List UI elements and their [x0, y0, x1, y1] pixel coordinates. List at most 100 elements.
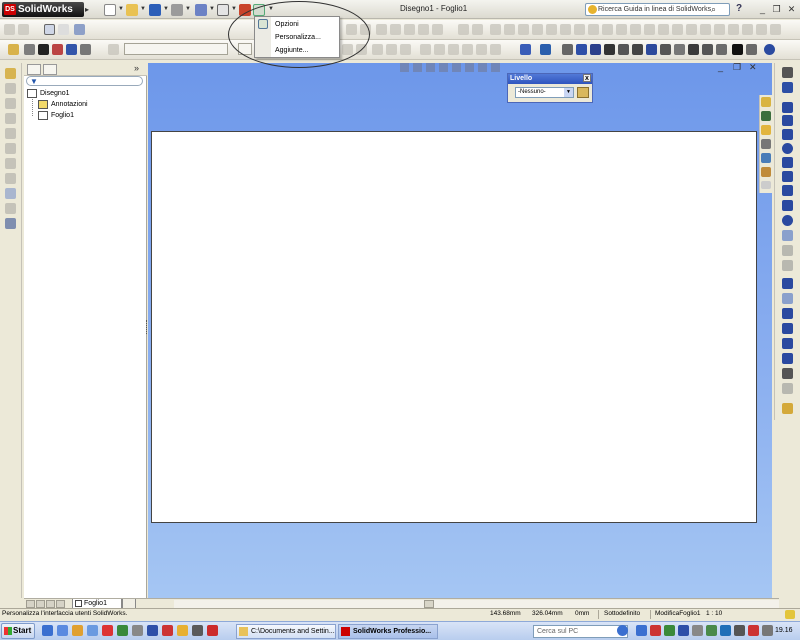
toolbar-icon[interactable] [630, 24, 641, 35]
chevron-down-icon[interactable]: ▼ [185, 6, 191, 12]
note-icon[interactable] [576, 44, 587, 55]
status-scale[interactable]: 1 : 10 [706, 610, 722, 617]
toolbar-icon[interactable] [644, 24, 655, 35]
chevron-down-icon[interactable]: ▼ [163, 6, 169, 12]
toolbar-icon[interactable] [574, 24, 585, 35]
offset-icon[interactable] [782, 308, 793, 319]
layer-properties-icon[interactable] [8, 44, 19, 55]
toolbar-icon[interactable] [386, 44, 397, 55]
tray-icon[interactable] [734, 625, 745, 636]
select-icon[interactable] [44, 24, 55, 35]
folder-icon[interactable] [761, 125, 771, 135]
toolbar-icon[interactable] [742, 24, 753, 35]
home-icon[interactable] [761, 97, 771, 107]
toolbar-icon[interactable] [18, 24, 29, 35]
toolbar-icon[interactable] [5, 113, 16, 124]
polygon-icon[interactable] [782, 129, 793, 140]
next-sheet-button[interactable] [46, 600, 55, 608]
toolbar-icon[interactable] [360, 24, 371, 35]
center-mark-icon[interactable] [688, 44, 699, 55]
hole-callout-icon[interactable] [674, 44, 685, 55]
zoom-icon[interactable] [74, 24, 85, 35]
font-icon[interactable] [80, 44, 91, 55]
line-icon[interactable] [782, 102, 793, 113]
toolbar-icon[interactable] [390, 24, 401, 35]
rebuild-icon[interactable] [239, 4, 251, 16]
tray-icon[interactable] [636, 625, 647, 636]
chevron-down-icon[interactable]: ▼ [231, 6, 237, 12]
menu-item-personalizza[interactable]: Personalizza... [275, 34, 321, 41]
search-icon[interactable] [617, 625, 628, 636]
menu-item-opzioni[interactable]: Opzioni [275, 21, 299, 28]
toolbar-icon[interactable] [782, 230, 793, 241]
toolbar-icon[interactable] [761, 153, 771, 163]
quicklaunch-icon[interactable] [177, 625, 188, 636]
toolbar-icon[interactable] [472, 24, 483, 35]
toolbar-icon[interactable] [458, 24, 469, 35]
quicklaunch-icon[interactable] [42, 625, 53, 636]
search-icon[interactable]: ⌕ [711, 4, 716, 15]
collapse-panel-button[interactable]: » [134, 63, 139, 73]
sheet-format-icon[interactable] [5, 68, 16, 79]
fillet-icon[interactable] [782, 200, 793, 211]
quicklaunch-icon[interactable] [132, 625, 143, 636]
text-icon[interactable] [590, 44, 601, 55]
balloon-icon[interactable] [604, 44, 615, 55]
smart-dimension-icon[interactable] [520, 44, 531, 55]
graphics-area[interactable]: _ ❐ ✕ Livello x -Nessuno- ▼ [148, 62, 772, 598]
quicklaunch-icon[interactable] [162, 625, 173, 636]
layer-style-select[interactable] [238, 43, 252, 55]
toolbar-icon[interactable] [756, 24, 767, 35]
toolbar-icon[interactable] [761, 167, 771, 177]
ellipse-icon[interactable] [782, 185, 793, 196]
toolbar-icon[interactable] [108, 44, 119, 55]
toolbar-icon[interactable] [588, 24, 599, 35]
tab-property-manager[interactable] [43, 64, 57, 75]
hide-show-icon[interactable] [478, 63, 487, 72]
toolbar-icon[interactable] [5, 128, 16, 139]
new-document-icon[interactable] [104, 4, 116, 16]
taskbar-item-explorer[interactable]: C:\Documents and Settin... [236, 624, 336, 639]
point-icon[interactable] [782, 215, 793, 226]
toolbar-icon[interactable] [418, 24, 429, 35]
sketch-icon[interactable] [782, 67, 793, 78]
desktop-search-input[interactable]: Cerca sul PC [533, 625, 628, 638]
toolbar-icon[interactable] [616, 24, 627, 35]
relations-icon[interactable] [782, 368, 793, 379]
toolbar-icon[interactable] [4, 24, 15, 35]
layer-icon[interactable] [24, 44, 35, 55]
tray-icon[interactable] [678, 625, 689, 636]
toolbar-icon[interactable] [504, 24, 515, 35]
toolbar-icon[interactable] [490, 44, 501, 55]
table-icon[interactable] [746, 44, 757, 55]
print-icon[interactable] [171, 4, 183, 16]
toolbar-icon[interactable] [5, 218, 16, 229]
toolbar-icon[interactable] [420, 44, 431, 55]
minimize-icon[interactable]: _ [756, 3, 769, 15]
circle-icon[interactable] [782, 143, 793, 154]
first-sheet-button[interactable] [26, 600, 35, 608]
scroll-thumb[interactable] [424, 600, 434, 608]
coordinate-icon[interactable] [764, 44, 775, 55]
trim-icon[interactable] [782, 278, 793, 289]
view-close-icon[interactable]: ✕ [749, 62, 757, 73]
tray-icon[interactable] [692, 625, 703, 636]
centerline-icon[interactable] [702, 44, 713, 55]
zoom-to-fit-icon[interactable] [400, 63, 409, 72]
datum-icon[interactable] [632, 44, 643, 55]
menu-arrow-icon[interactable]: ▸ [85, 5, 89, 14]
move-icon[interactable] [782, 353, 793, 364]
chevron-down-icon[interactable]: ▼ [209, 6, 215, 12]
select-pointer-icon[interactable] [217, 4, 229, 16]
toolbar-icon[interactable] [372, 44, 383, 55]
tray-icon[interactable] [664, 625, 675, 636]
spell-check-icon[interactable] [562, 44, 573, 55]
toolbar-icon[interactable] [761, 111, 771, 121]
toolbar-icon[interactable] [476, 44, 487, 55]
toolbar-icon[interactable] [782, 245, 793, 256]
area-hatch-icon[interactable] [716, 44, 727, 55]
system-clock[interactable]: 19.16 [775, 627, 793, 634]
quicklaunch-icon[interactable] [117, 625, 128, 636]
toolbar-icon[interactable] [700, 24, 711, 35]
chevron-down-icon[interactable]: ▼ [118, 6, 124, 12]
